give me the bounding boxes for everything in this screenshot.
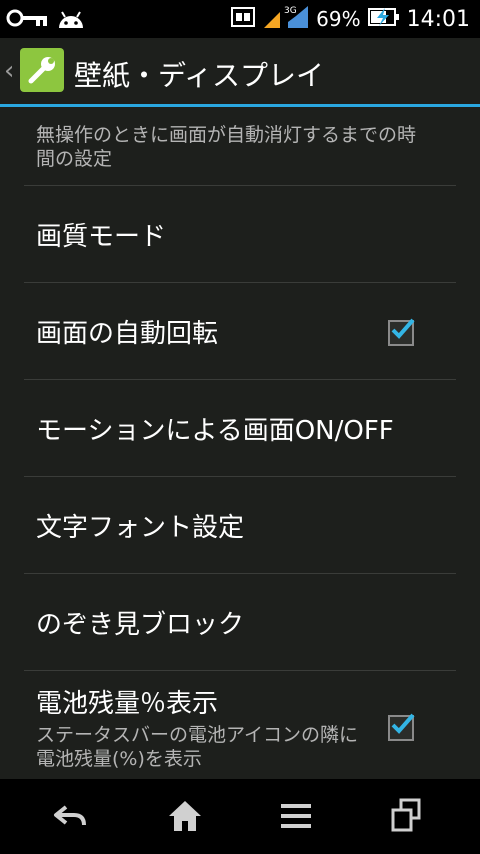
list-item-screen-timeout[interactable]: 無操作のときに画面が自動消灯するまでの時間の設定 [0,107,480,185]
setting-title: モーションによる画面ON/OFF [36,416,394,446]
battery-percent: 69% [316,7,361,31]
key-icon [6,6,50,34]
menu-button[interactable] [266,791,326,841]
setting-title: 画質モード [36,222,167,252]
list-item-font-settings[interactable]: 文字フォント設定 [0,477,480,573]
menu-icon [281,804,311,828]
sim-icon [230,5,256,33]
setting-title: 画面の自動回転 [36,319,219,349]
home-icon [169,801,201,831]
list-item-auto-rotate[interactable]: 画面の自動回転 [0,283,480,379]
action-bar[interactable]: ‹ 壁紙・ディスプレイ [0,38,480,106]
chevron-left-icon[interactable]: ‹ [4,56,14,86]
battery-charging-icon [367,6,401,32]
setting-summary: ステータスバーの電池アイコンの隣に電池残量(%)を表示 [36,724,359,770]
home-button[interactable] [155,791,215,841]
setting-title: のぞき見ブロック [36,610,245,640]
checkmark-icon [391,318,415,339]
recent-apps-button[interactable] [376,791,436,841]
page-title: 壁紙・ディスプレイ [74,59,325,92]
back-icon [54,805,86,826]
setting-summary: 無操作のときに画面が自動消灯するまでの時間の設定 [36,124,417,170]
wrench-icon[interactable] [20,48,64,92]
settings-list[interactable]: 無操作のときに画面が自動消灯するまでの時間の設定 画質モード 画面の自動回転 モ… [0,107,480,779]
svg-text:3G: 3G [284,6,297,16]
signal-icon: 3G [262,4,310,34]
list-item-picture-mode[interactable]: 画質モード [0,186,480,282]
checkmark-icon [391,713,415,734]
recent-apps-icon [391,798,421,832]
list-item-battery-percent[interactable]: 電池残量％表示 ステータスバーの電池アイコンの隣に電池残量(%)を表示 [0,671,480,779]
list-item-motion-screen[interactable]: モーションによる画面ON/OFF [0,380,480,476]
navigation-bar [0,779,480,854]
clock: 14:01 [406,6,470,32]
android-icon [56,6,86,34]
auto-rotate-checkbox[interactable] [388,318,415,346]
battery-percent-checkbox[interactable] [388,713,415,741]
status-bar: 3G 69% 14:01 [0,0,480,38]
list-item-privacy-block[interactable]: のぞき見ブロック [0,574,480,670]
setting-title: 電池残量％表示 [36,689,219,719]
setting-title: 文字フォント設定 [36,513,245,543]
back-button[interactable] [42,791,102,841]
